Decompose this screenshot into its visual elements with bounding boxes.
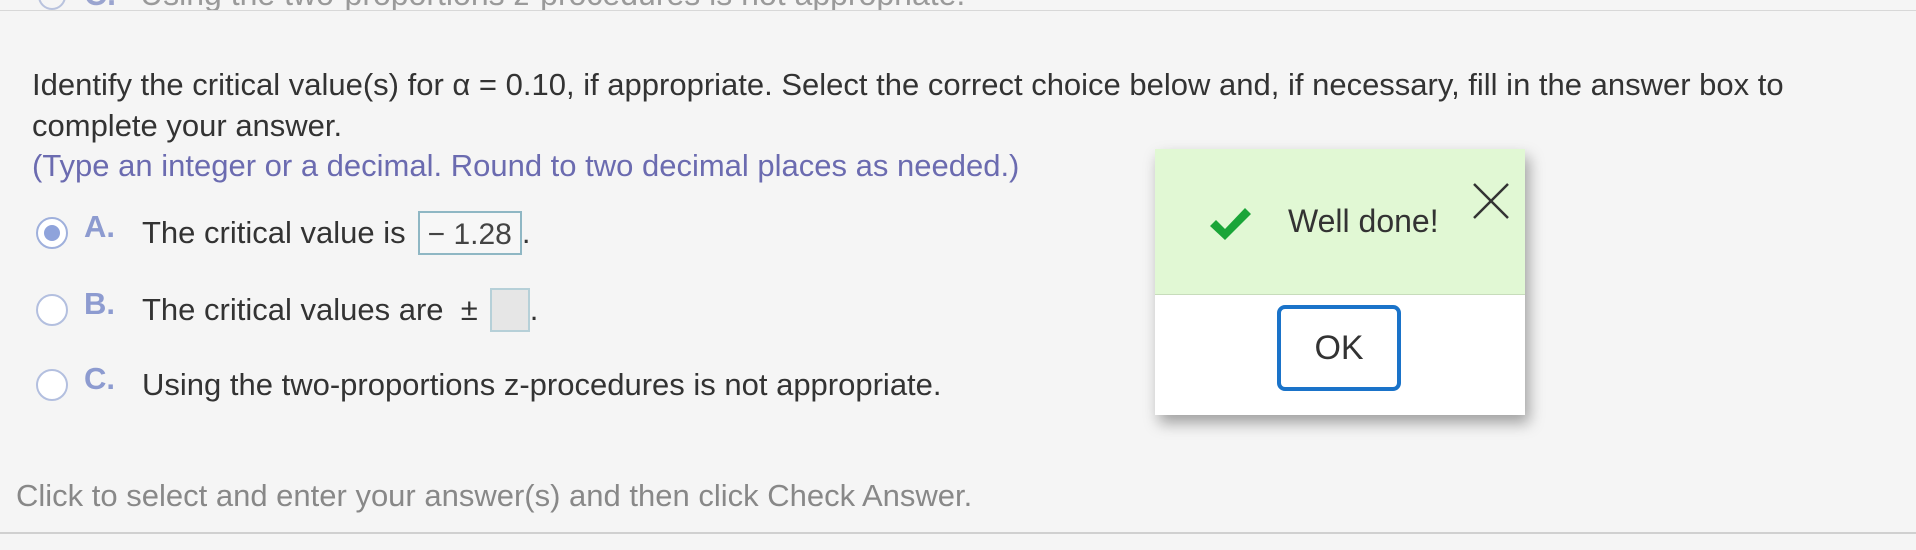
- previous-choice-text: Using the two-proportions z-procedures i…: [140, 0, 965, 10]
- close-icon[interactable]: [1471, 181, 1511, 221]
- choice-a-text: The critical value is: [142, 215, 406, 250]
- choice-c-letter: C.: [84, 361, 115, 396]
- choice-c-text: Using the two-proportions z-procedures i…: [142, 367, 942, 402]
- choice-b-answer-box[interactable]: [489, 288, 530, 332]
- choice-b-text: The critical values are ±: [142, 292, 478, 327]
- choice-b-letter: B.: [84, 286, 115, 321]
- feedback-message: Well done!: [1288, 203, 1439, 239]
- checkmark-icon: [1210, 208, 1251, 240]
- feedback-dialog: Well done! OK: [1155, 149, 1525, 415]
- question-prompt: Identify the critical value(s) for α = 0…: [32, 67, 1784, 143]
- ok-button[interactable]: OK: [1277, 305, 1401, 391]
- previous-choice-clipped: C. Using the two-proportions z-procedure…: [0, 0, 1916, 11]
- choice-b-radio[interactable]: [36, 294, 68, 326]
- choice-b[interactable]: B. The critical values are ± .: [36, 286, 539, 333]
- choice-c-radio[interactable]: [36, 369, 68, 401]
- previous-choice-radio[interactable]: [38, 0, 66, 10]
- choice-b-period: .: [529, 292, 539, 327]
- previous-choice-letter: C.: [84, 0, 116, 10]
- choice-a-answer-box[interactable]: − 1.28: [417, 211, 522, 255]
- feedback-dialog-header: Well done!: [1155, 149, 1525, 295]
- choice-a-radio[interactable]: [36, 217, 68, 249]
- choice-a[interactable]: A. The critical value is − 1.28 .: [36, 209, 531, 256]
- choice-a-letter: A.: [84, 209, 115, 244]
- choice-c[interactable]: C. Using the two-proportions z-procedure…: [36, 361, 942, 408]
- footer-divider: [0, 532, 1916, 534]
- choice-a-period: .: [521, 215, 531, 250]
- answer-format-hint: (Type an integer or a decimal. Round to …: [32, 148, 1020, 183]
- footer-instruction: Click to select and enter your answer(s)…: [16, 478, 973, 513]
